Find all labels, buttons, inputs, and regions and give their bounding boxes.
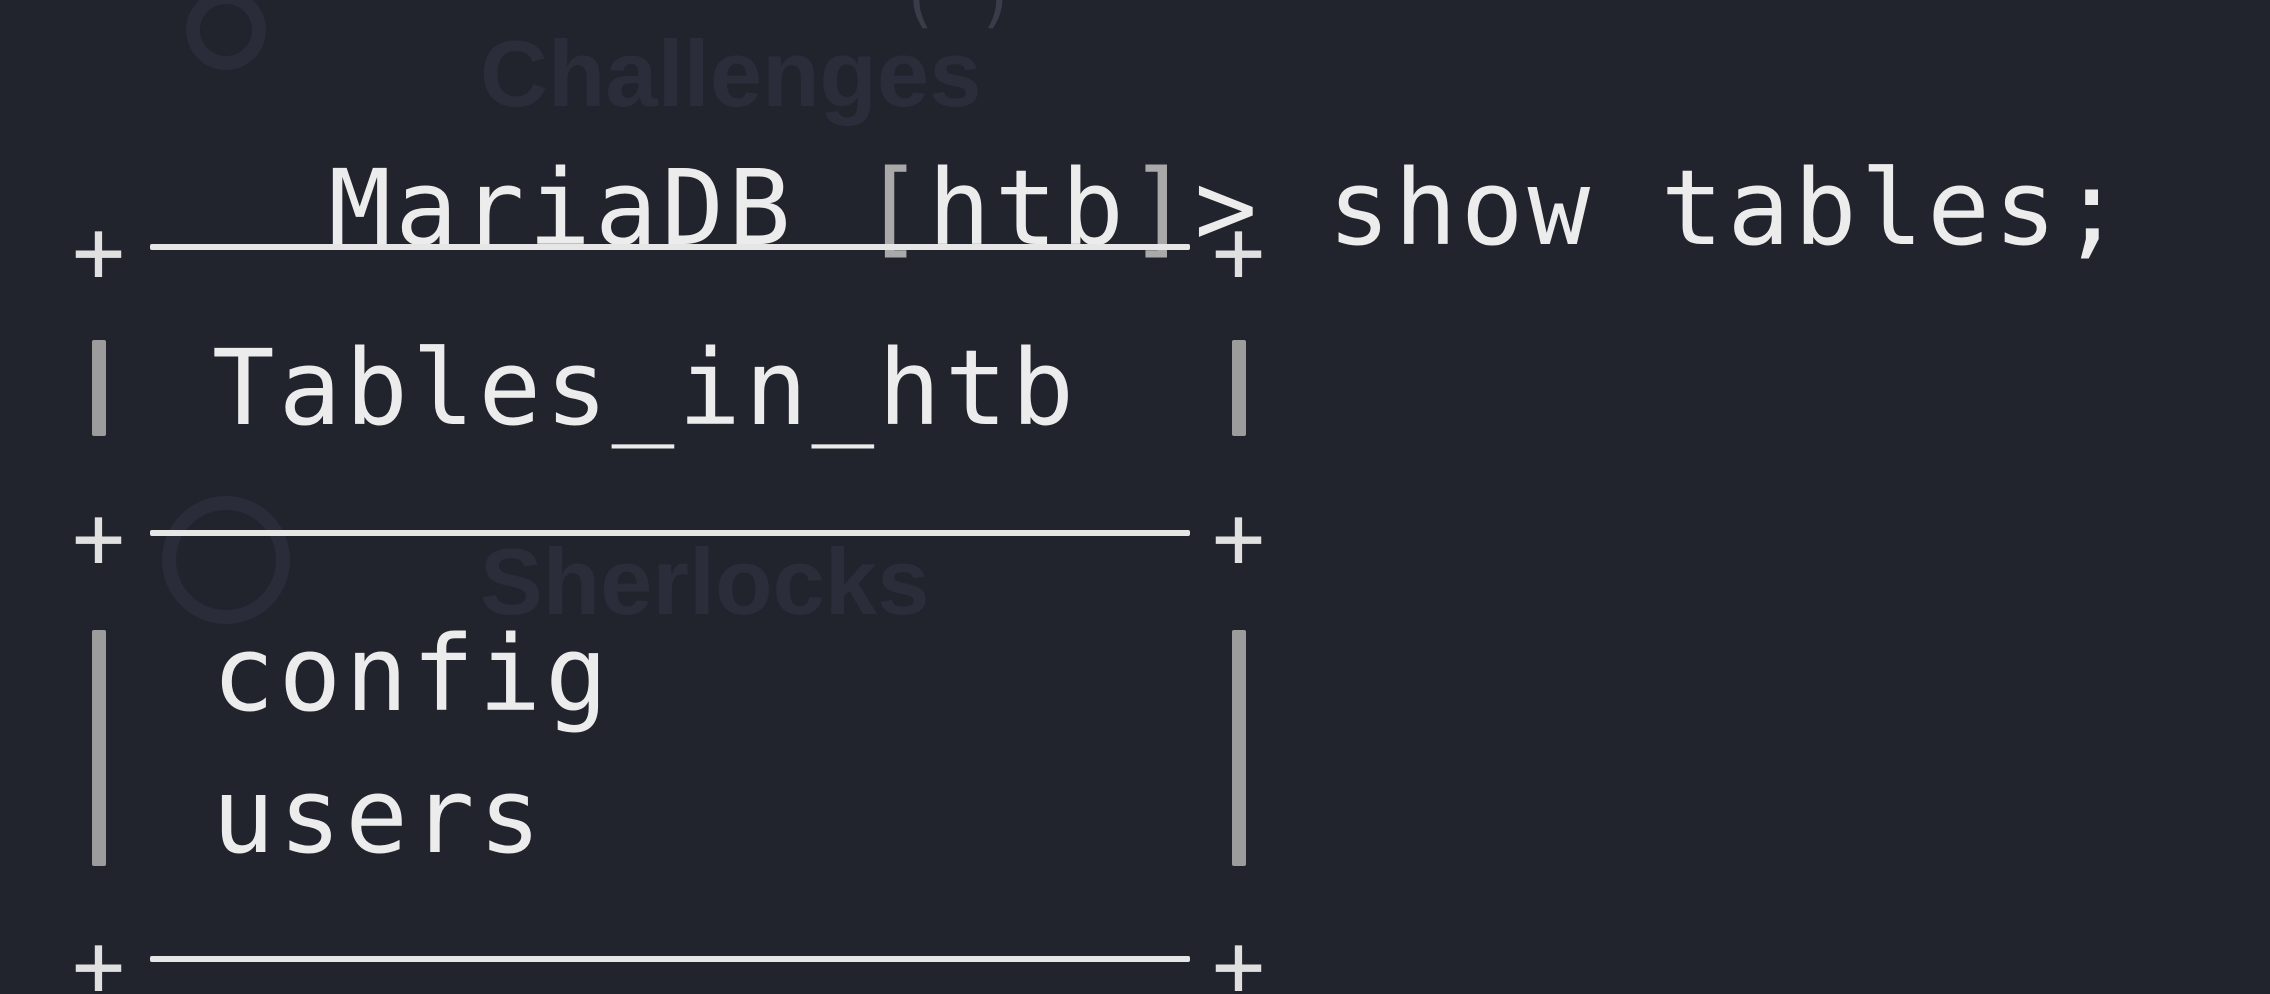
table-corner: + [72, 200, 125, 303]
table-border-right [1232, 630, 1246, 866]
table-corner: + [72, 914, 125, 994]
table-border-bottom [150, 956, 1190, 962]
terminal-window[interactable]: ( ) Challenges Sherlocks MariaDB [htb]> … [0, 0, 2270, 994]
table-border-separator [150, 530, 1190, 536]
table-border-left [92, 630, 106, 866]
sherlocks-icon [162, 496, 290, 624]
table-row: config [212, 613, 612, 735]
partial-previous-line: ( ) [900, 0, 1016, 36]
command-line[interactable]: MariaDB [htb]> show tables; [62, 52, 2127, 364]
table-border-right [1232, 340, 1246, 436]
prompt-bracket-open: [ [861, 147, 928, 269]
table-header: Tables_in_htb [212, 327, 1078, 449]
sql-command: show tables; [1327, 147, 2128, 269]
prompt-bracket-close: ] [1127, 147, 1195, 269]
table-corner: + [72, 486, 125, 589]
table-corner: + [1212, 200, 1265, 303]
table-border-top [150, 244, 1190, 250]
table-border-left [92, 340, 106, 436]
table-corner: + [1212, 914, 1265, 994]
table-corner: + [1212, 486, 1265, 589]
prompt-database-name: htb [927, 147, 1128, 269]
prompt-db: MariaDB [328, 147, 862, 269]
table-row: users [212, 755, 546, 877]
